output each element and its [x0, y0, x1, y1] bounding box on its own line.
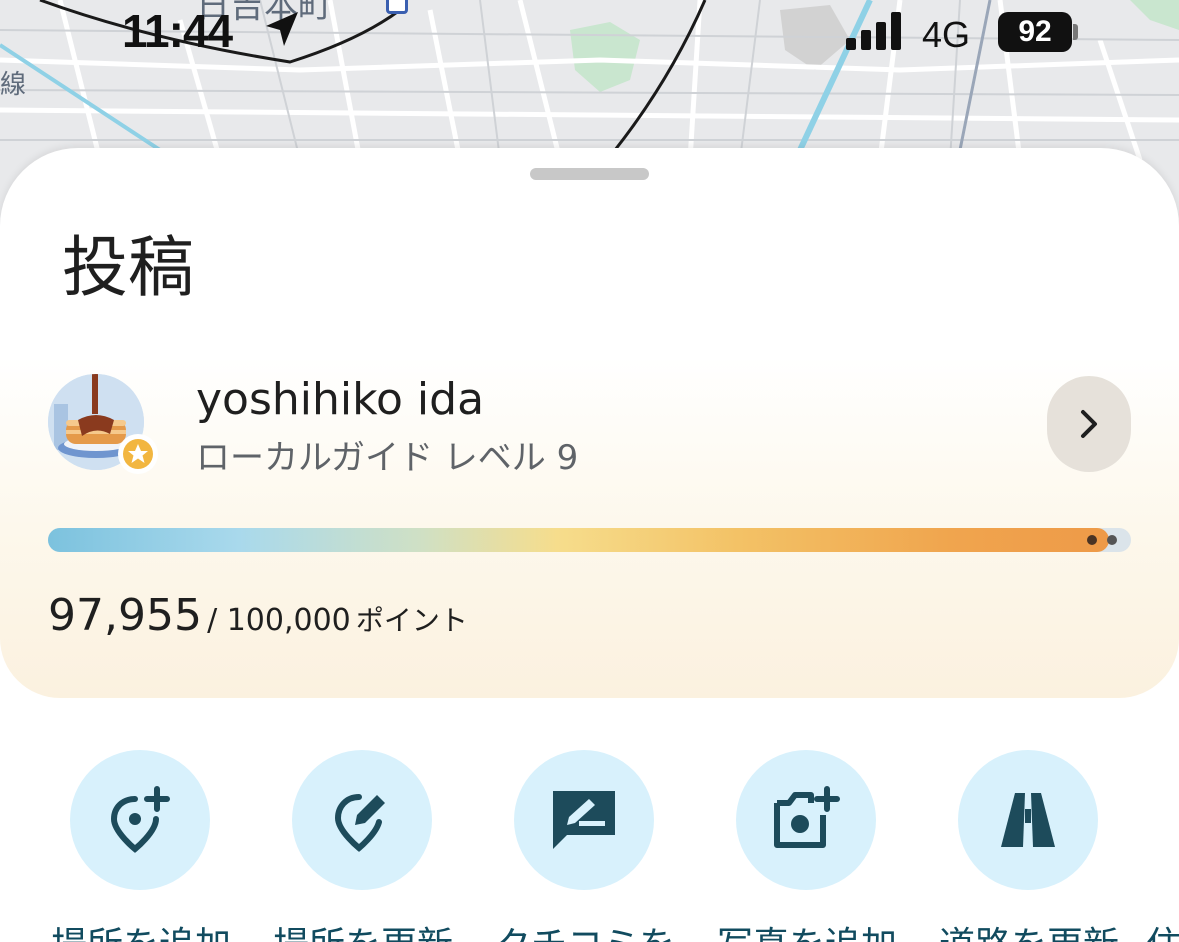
progress-current-marker [1087, 535, 1097, 545]
add-place-label: 場所を追加 [36, 916, 246, 942]
status-bar: 11:44 4G 92 [0, 0, 1179, 80]
local-guide-badge [118, 434, 158, 474]
add-place-icon [110, 786, 170, 853]
add-photo-icon [774, 786, 840, 848]
contribute-sheet: 投稿 yoshihiko ida ローカルガイド レベル 9 97,955 / … [0, 148, 1179, 942]
drag-handle[interactable] [530, 168, 649, 180]
write-review-button[interactable] [514, 750, 654, 890]
write-review-icon [553, 791, 615, 849]
user-name: yoshihiko ida [196, 374, 485, 425]
road-icon [1001, 793, 1055, 847]
signal-icon [846, 12, 901, 50]
battery-cap [1073, 24, 1078, 40]
add-place-button[interactable] [70, 750, 210, 890]
update-road-button[interactable] [958, 750, 1098, 890]
profile-card[interactable]: yoshihiko ida ローカルガイド レベル 9 97,955 / 100… [0, 358, 1179, 698]
progress-end-marker [1107, 535, 1117, 545]
chevron-right-icon [1081, 410, 1097, 438]
update-place-button[interactable] [292, 750, 432, 890]
level-progress-fill [48, 528, 1109, 552]
update-road-label: 道路を更新 [924, 916, 1134, 942]
add-photo-label: 写真を追加 [702, 916, 912, 942]
level-progress-bar [48, 528, 1131, 552]
add-photo-button[interactable] [736, 750, 876, 890]
points-unit: ポイント [355, 604, 468, 637]
battery-indicator: 92 [998, 12, 1072, 52]
star-badge-icon [123, 439, 153, 469]
update-place-label: 場所を更新 [258, 916, 468, 942]
address-label: 住 [1146, 916, 1179, 942]
edit-place-icon [334, 794, 385, 852]
local-guide-level: ローカルガイド レベル 9 [196, 438, 579, 478]
points-total: / 100,000 [207, 603, 351, 638]
network-label: 4G [922, 14, 971, 55]
points-current: 97,955 [48, 590, 202, 641]
status-time: 11:44 [122, 5, 233, 57]
profile-open-button[interactable] [1047, 376, 1131, 472]
points-row: 97,955 / 100,000 ポイント [48, 590, 468, 641]
write-review-label: クチコミを [480, 916, 690, 942]
sheet-title: 投稿 [62, 229, 194, 306]
location-arrow-icon [266, 12, 298, 46]
